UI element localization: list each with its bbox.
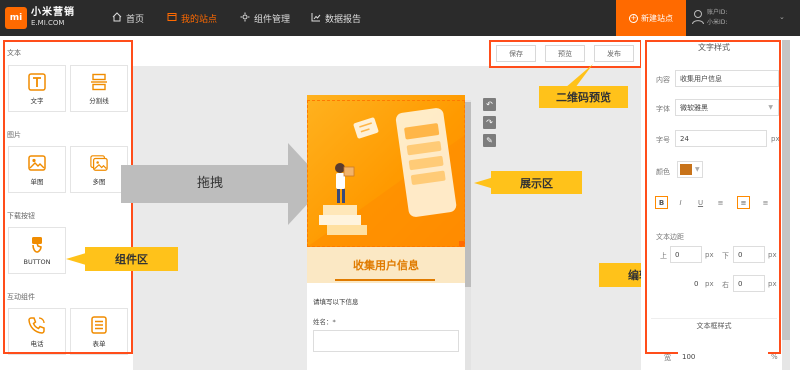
title-underline <box>335 279 435 281</box>
edit-area-highlight <box>645 40 781 354</box>
nav-item-my-sites[interactable]: 我的站点 <box>167 0 217 36</box>
redo-icon[interactable]: ↷ <box>483 116 496 129</box>
component-area-highlight <box>3 40 133 354</box>
chart-icon <box>311 12 321 25</box>
home-icon <box>112 11 122 25</box>
nav-label: 首页 <box>126 14 145 25</box>
mi-id: 小米ID: <box>707 19 728 26</box>
mi-logo[interactable]: mi <box>5 7 27 29</box>
eraser-icon[interactable]: ✎ <box>483 134 496 147</box>
drag-arrow <box>121 143 326 225</box>
name-input[interactable] <box>313 330 459 352</box>
component-area-annotation: 组件区 <box>85 247 178 271</box>
panel-scroll-thumb[interactable] <box>782 40 790 340</box>
user-info[interactable]: 账户ID: 小米ID: <box>707 8 727 28</box>
top-navbar: mi 小米营销 E.MI.COM 首页 我的站点 组件管理 数据报告 + 新建站… <box>0 0 800 36</box>
plus-circle-icon: + <box>629 13 638 23</box>
chevron-down-icon[interactable]: ⌄ <box>779 13 785 21</box>
nav-label: 我的站点 <box>181 14 218 25</box>
logo-text: mi <box>9 13 23 23</box>
undo-icon[interactable]: ↶ <box>483 98 496 111</box>
qr-preview-annotation: 二维码预览 <box>539 86 628 108</box>
site-icon <box>167 12 177 25</box>
display-area-annotation: 展示区 <box>491 171 582 194</box>
display-annotation-pointer <box>474 177 494 189</box>
account-id: 账户ID: <box>707 9 728 16</box>
qr-annotation-pointer <box>565 64 593 88</box>
components-icon <box>240 12 250 25</box>
user-icon[interactable] <box>692 9 704 25</box>
banner-title[interactable]: 收集用户信息 <box>307 247 465 283</box>
name-field-label: 姓名：* <box>313 318 336 326</box>
nav-item-data-report[interactable]: 数据报告 <box>311 0 361 36</box>
width-unit: % <box>771 353 778 361</box>
form-hint: 请填写以下信息 <box>313 298 359 306</box>
new-site-button[interactable]: + 新建站点 <box>616 0 686 36</box>
selection-outline <box>307 100 465 247</box>
nav-label: 组件管理 <box>254 14 291 25</box>
drag-label: 拖拽 <box>197 176 224 191</box>
nav-item-home[interactable]: 首页 <box>112 0 144 36</box>
brand: 小米营销 E.MI.COM <box>31 8 75 28</box>
width-label: 宽 <box>664 354 671 362</box>
nav-item-component-mgmt[interactable]: 组件管理 <box>240 0 290 36</box>
page-preview: 收集用户信息 请填写以下信息 姓名：* <box>307 95 465 370</box>
component-annotation-pointer <box>66 253 86 265</box>
width-input[interactable]: 100 <box>678 349 768 365</box>
brand-name: 小米营销 <box>31 7 75 18</box>
nav-label: 数据报告 <box>325 14 362 25</box>
preview-scroll-thumb[interactable] <box>465 102 471 287</box>
new-site-label: 新建站点 <box>641 13 673 23</box>
brand-domain: E.MI.COM <box>31 19 65 27</box>
